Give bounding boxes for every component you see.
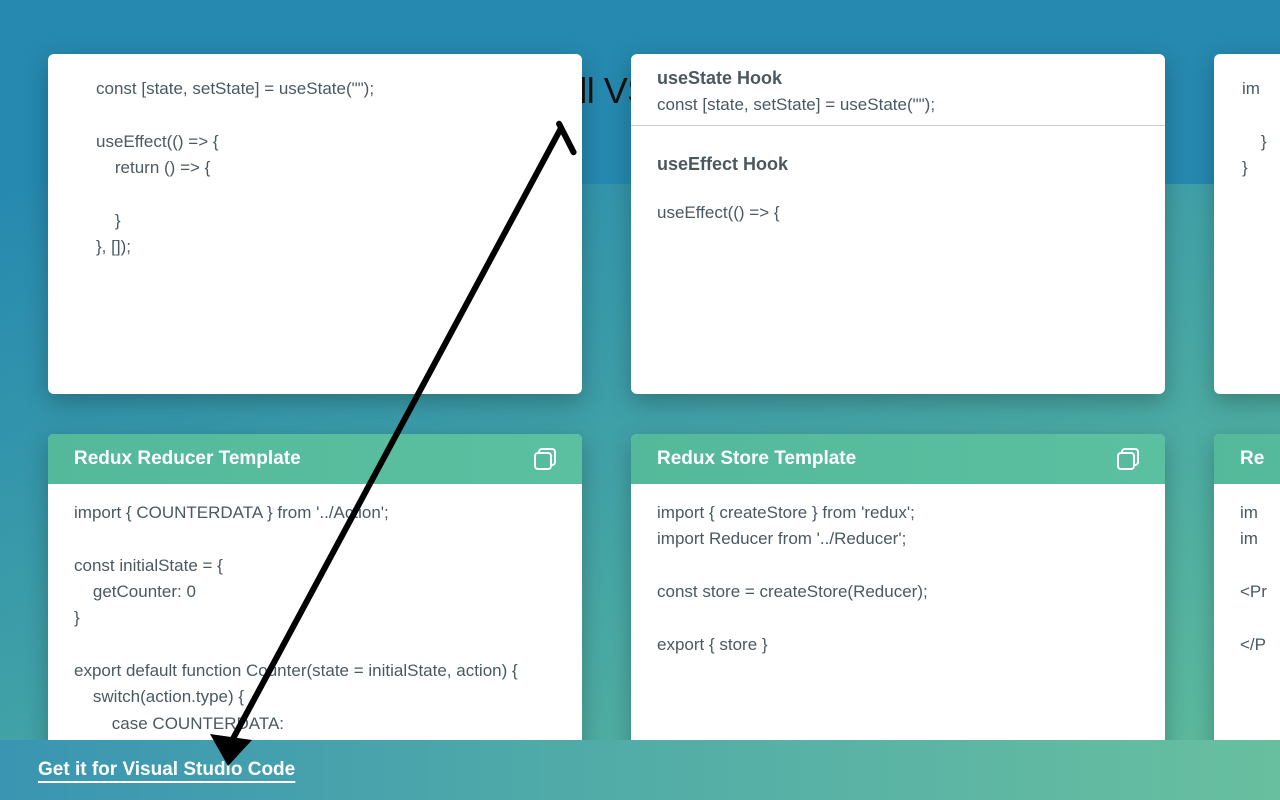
card-title: Re bbox=[1240, 448, 1264, 470]
card-title: Redux Store Template bbox=[657, 448, 856, 470]
copy-icon[interactable] bbox=[1117, 448, 1139, 470]
code-block: import { COUNTERDATA } from '../Action';… bbox=[48, 484, 582, 753]
snippet-usestate: useState Hook const [state, setState] = … bbox=[631, 54, 1165, 125]
snippet-title: useEffect Hook bbox=[657, 154, 1139, 175]
snippet-useeffect: useEffect Hook useEffect(() => { bbox=[631, 126, 1165, 233]
card-header: Re bbox=[1214, 434, 1280, 484]
code-block: im } } bbox=[1242, 76, 1280, 181]
snippet-code: const [state, setState] = useState(""); bbox=[657, 95, 1139, 115]
snippet-title: useState Hook bbox=[657, 68, 1139, 89]
code-block: import { createStore } from 'redux'; imp… bbox=[631, 484, 1165, 674]
code-block: im im <Pr </P bbox=[1214, 484, 1280, 674]
card-useeffect-code: const [state, setState] = useState(""); … bbox=[48, 54, 582, 394]
snippet-code: useEffect(() => { bbox=[657, 203, 1139, 223]
footer-cta-bar: Get it for Visual Studio Code bbox=[0, 740, 1280, 800]
card-header: Redux Store Template bbox=[631, 434, 1165, 484]
card-redux-store: Redux Store Template import { createStor… bbox=[631, 434, 1165, 774]
cards-area: const [state, setState] = useState(""); … bbox=[0, 184, 1280, 740]
copy-icon[interactable] bbox=[534, 448, 556, 470]
card-title: Redux Reducer Template bbox=[74, 448, 301, 470]
code-block: const [state, setState] = useState(""); … bbox=[96, 76, 566, 260]
card-hook-snippets: useState Hook const [state, setState] = … bbox=[631, 54, 1165, 394]
card-redux-reducer: Redux Reducer Template import { COUNTERD… bbox=[48, 434, 582, 774]
card-partial-top-right: im } } bbox=[1214, 54, 1280, 394]
card-partial-bottom-right: Re im im <Pr </P bbox=[1214, 434, 1280, 774]
get-vscode-link[interactable]: Get it for Visual Studio Code bbox=[38, 759, 295, 781]
card-header: Redux Reducer Template bbox=[48, 434, 582, 484]
